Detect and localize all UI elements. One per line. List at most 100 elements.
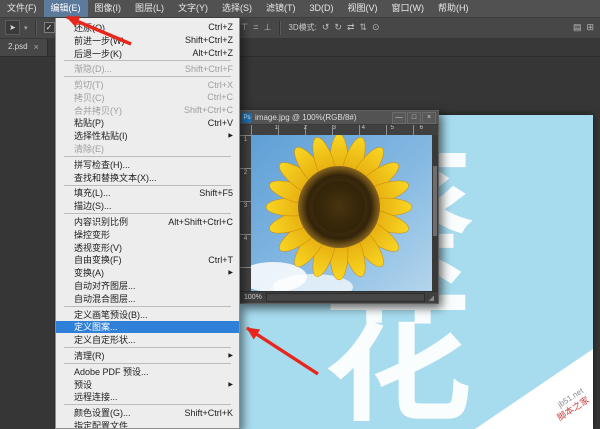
edit-menu-item[interactable]: 远程连接...: [56, 391, 239, 404]
floating-image-window[interactable]: Ps image.jpg @ 100%(RGB/8#) — □ × 123456…: [239, 110, 439, 304]
align-icon[interactable]: =: [252, 22, 259, 33]
sunflower-photo: [251, 135, 432, 291]
edit-menu-item[interactable]: 剪切(T) Ctrl+X: [56, 78, 239, 91]
menu-item-label: 清除(E): [74, 142, 233, 155]
ruler-number: 2: [280, 125, 309, 131]
mode3d-icon[interactable]: ⇅: [359, 22, 369, 33]
mode3d-icon[interactable]: ↺: [321, 22, 331, 33]
close-button[interactable]: ×: [422, 112, 436, 124]
tab-close-icon[interactable]: ×: [34, 38, 39, 56]
panel-icon[interactable]: ▤: [572, 22, 583, 33]
zoom-level[interactable]: 100%: [244, 294, 262, 301]
divider: [35, 21, 37, 35]
menu-item-shortcut: Shift+F5: [199, 188, 233, 198]
menu-separator: [64, 60, 231, 61]
edit-menu-item[interactable]: 查找和替换文本(X)...: [56, 171, 239, 184]
edit-menu-item[interactable]: 拷贝(C)Ctrl+C: [56, 91, 239, 104]
edit-menu-item[interactable]: 自由变换(F)Ctrl+T: [56, 254, 239, 267]
auto-select-checkbox[interactable]: ✓: [44, 22, 55, 33]
edit-menu-item[interactable]: 拼写检查(H)...: [56, 158, 239, 171]
edit-menu-item[interactable]: 前进一步(W) Shift+Ctrl+Z: [56, 34, 239, 47]
menu-item-label: 拷贝(C): [74, 91, 199, 104]
edit-menu-item[interactable]: 还原(O)Ctrl+Z: [56, 21, 239, 34]
vertical-scrollbar[interactable]: [432, 135, 438, 291]
edit-menu-item[interactable]: 颜色设置(G)...Shift+Ctrl+K: [56, 406, 239, 419]
edit-menu-item[interactable]: 透视变形(V): [56, 241, 239, 254]
edit-menu-item[interactable]: 自动混合图层...: [56, 292, 239, 305]
ruler-number: 3: [309, 125, 338, 131]
menu-item-label: 描边(S)...: [74, 199, 233, 212]
menu-item-shortcut: Ctrl+Z: [208, 22, 233, 32]
edit-menu-item[interactable]: 渐隐(D)...Shift+Ctrl+F: [56, 62, 239, 75]
mode3d-icons: ↺↻⇄⇅⊙: [321, 22, 381, 33]
menubar-item[interactable]: 3D(D): [303, 0, 341, 17]
ps-file-icon: Ps: [242, 113, 252, 123]
menu-separator: [64, 306, 231, 307]
edit-menu-item[interactable]: 填充(L)...Shift+F5: [56, 187, 239, 200]
menu-item-label: 透视变形(V): [74, 241, 233, 254]
menu-item-label: 前进一步(W): [74, 34, 177, 47]
menubar-item[interactable]: 滤镜(T): [259, 0, 303, 17]
edit-menu-item[interactable]: 清理(R)▶: [56, 349, 239, 362]
sunflower-image[interactable]: [251, 135, 432, 291]
menubar-item[interactable]: 视图(V): [341, 0, 385, 17]
menu-item-label: 渐隐(D)...: [74, 62, 177, 75]
tool-preset-caret-icon[interactable]: ▾: [24, 24, 28, 32]
scrollbar-thumb[interactable]: [433, 166, 437, 236]
menu-separator: [64, 363, 231, 364]
ruler-top-numbers: 123456: [251, 125, 438, 131]
menu-item-label: 自由变换(F): [74, 253, 200, 266]
edit-menu-item[interactable]: Adobe PDF 预设...: [56, 365, 239, 378]
edit-menu-item[interactable]: 后退一步(K)Alt+Ctrl+Z: [56, 47, 239, 60]
menubar-item[interactable]: 窗口(W): [385, 0, 432, 17]
edit-menu-item[interactable]: 指定配置文件...: [56, 419, 239, 429]
edit-menu-item[interactable]: 定义图案...: [56, 321, 239, 334]
menu-item-label: 自动混合图层...: [74, 292, 233, 305]
menu-item-label: 选择性粘贴(I): [74, 129, 225, 142]
menu-separator: [64, 404, 231, 405]
menu-separator: [64, 185, 231, 186]
edit-menu-item[interactable]: 粘贴(P)Ctrl+V: [56, 117, 239, 130]
mode3d-icon[interactable]: ⇄: [346, 22, 356, 33]
move-tool-icon[interactable]: ➤: [5, 20, 20, 35]
maximize-button[interactable]: □: [407, 112, 421, 124]
menu-item-label: 剪切(T): [74, 78, 200, 91]
menu-item-shortcut: Shift+Ctrl+Z: [185, 35, 233, 45]
edit-menu-item[interactable]: 定义画笔预设(B)...: [56, 308, 239, 321]
mode3d-icon[interactable]: ⊙: [371, 22, 381, 33]
menu-item-shortcut: Ctrl+X: [208, 80, 233, 90]
resize-grip-icon[interactable]: ◢: [429, 294, 434, 302]
document-tab-label: 2.psd: [8, 38, 28, 56]
edit-menu-item[interactable]: 内容识别比例Alt+Shift+Ctrl+C: [56, 215, 239, 228]
edit-menu-item[interactable]: 预设▶: [56, 378, 239, 391]
menu-item-label: 定义图案...: [74, 320, 233, 333]
edit-menu-item[interactable]: 定义自定形状...: [56, 333, 239, 346]
menubar-item[interactable]: 文件(F): [0, 0, 44, 17]
edit-menu-item[interactable]: 变换(A)▶: [56, 266, 239, 279]
edit-menu-item[interactable]: 合并拷贝(Y)Shift+Ctrl+C: [56, 104, 239, 117]
align-icon[interactable]: ⊥: [263, 22, 273, 33]
image-window-titlebar[interactable]: Ps image.jpg @ 100%(RGB/8#) — □ ×: [240, 111, 438, 125]
menubar-item[interactable]: 图层(L): [128, 0, 171, 17]
menubar-item[interactable]: 文字(Y): [171, 0, 215, 17]
edit-menu-item[interactable]: 描边(S)...: [56, 199, 239, 212]
menubar-item[interactable]: 选择(S): [215, 0, 259, 17]
photoshop-app-window: 文件(F)编辑(E)图像(I)图层(L)文字(Y)选择(S)滤镜(T)3D(D)…: [0, 0, 600, 429]
menu-separator: [64, 213, 231, 214]
align-icon[interactable]: ⊤: [239, 22, 249, 33]
edit-menu-item[interactable]: 选择性粘贴(I)▶: [56, 129, 239, 142]
minimize-button[interactable]: —: [392, 112, 406, 124]
panel-icon[interactable]: ⊞: [585, 22, 595, 33]
document-tab[interactable]: 2.psd ×: [0, 38, 48, 56]
menubar-item[interactable]: 帮助(H): [431, 0, 476, 17]
image-window-title: image.jpg @ 100%(RGB/8#): [255, 113, 391, 122]
edit-menu-item[interactable]: 自动对齐图层...: [56, 279, 239, 292]
menu-item-label: 拼写检查(H)...: [74, 158, 233, 171]
menubar-item[interactable]: 编辑(E): [44, 0, 88, 17]
edit-menu-item[interactable]: 清除(E): [56, 142, 239, 155]
mode3d-icon[interactable]: ↻: [333, 22, 343, 33]
edit-menu-item[interactable]: 操控变形: [56, 228, 239, 241]
menubar-item[interactable]: 图像(I): [88, 0, 129, 17]
menu-item-label: 颜色设置(G)...: [74, 406, 176, 419]
document-info-box: [266, 293, 425, 302]
